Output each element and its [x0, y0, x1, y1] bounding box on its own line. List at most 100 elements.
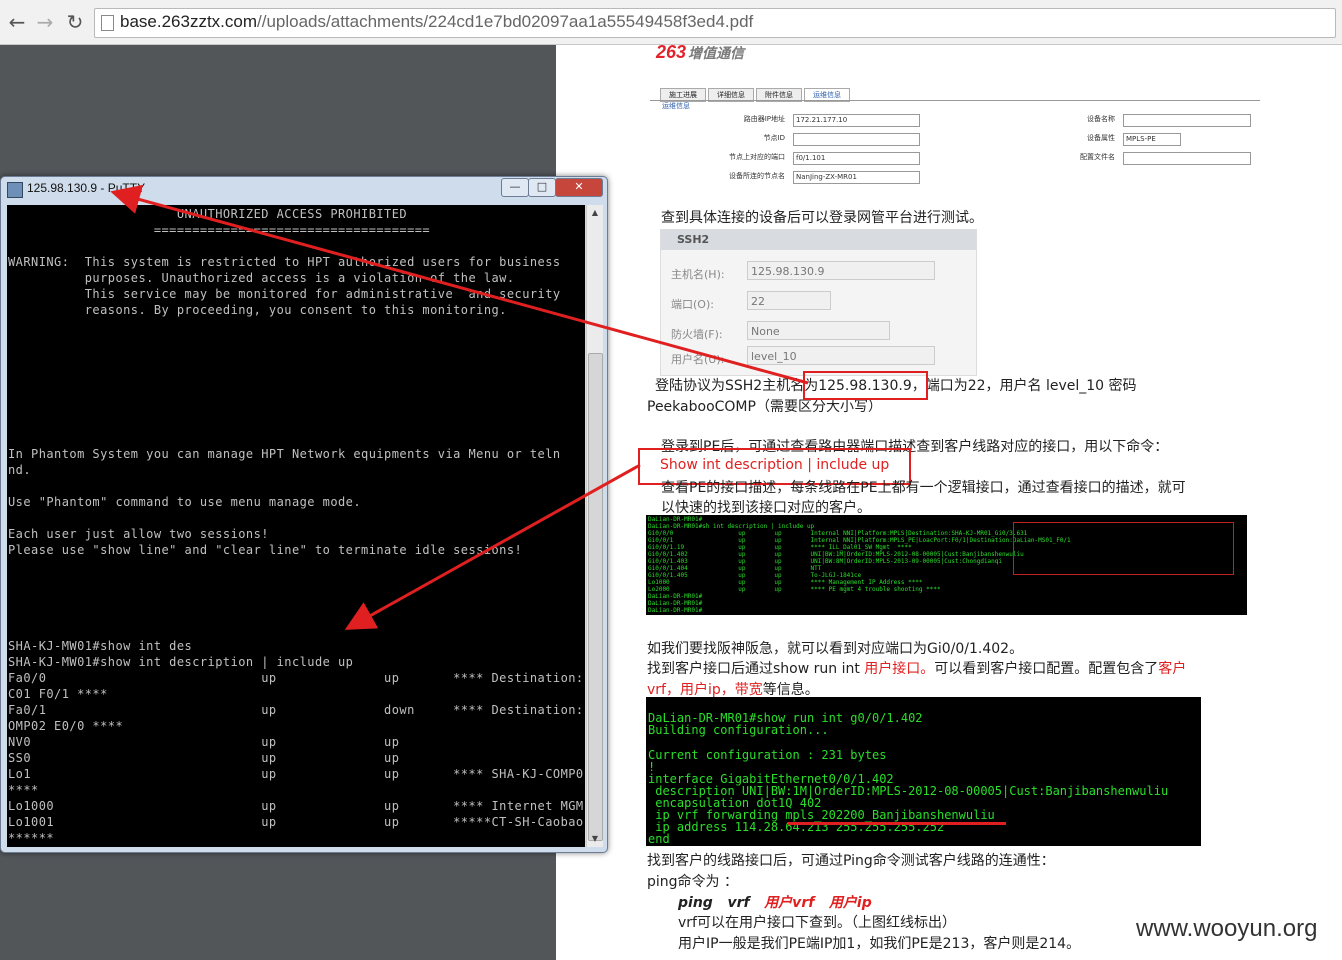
putty-window[interactable]: 125.98.130.9 - PuTTY — □ ✕ UNAUTHORIZED …: [0, 176, 608, 853]
terminal-line: SHA-KJ-MW01#show int description | inclu…: [8, 655, 354, 669]
form-value: [1123, 114, 1251, 127]
terminal-line: OMP02 E0/0 ****: [8, 719, 124, 733]
close-button[interactable]: ✕: [555, 178, 603, 197]
terminal-line: Fa0/0 up up **** Destination:: [8, 671, 584, 685]
form-value: f0/1.101: [793, 152, 920, 165]
scroll-up-icon[interactable]: ▲: [587, 205, 603, 221]
terminal-line: NV0 up up: [8, 735, 400, 749]
terminal-line: Lo1000 up up **** Management IP Address …: [648, 579, 923, 586]
company-logo: 263 增值通信: [656, 42, 745, 62]
terminal-line: Gi0/0/1.19 up up **** ILL_Dal01_SW Mgmt …: [648, 544, 912, 551]
url-host: base.263zztx.com: [120, 12, 258, 31]
putty-icon: [7, 182, 23, 198]
form-label: 设备名称: [1087, 115, 1115, 123]
terminal-line: nd.: [8, 463, 32, 477]
terminal-line: DaLian-DR-MR01#: [648, 600, 703, 607]
terminal-line: Gi0/0/1.404 up up NTT: [648, 565, 822, 572]
form-divider: [650, 100, 1260, 101]
form-value: 172.21.177.10: [793, 114, 920, 127]
doc-paragraph: 用户IP一般是我们PE端IP加1，如我们PE是213，客户则是214。: [678, 936, 1081, 952]
interface-description-screenshot: DaLian-DR-MR01# DaLian-DR-MR01#sh int de…: [646, 515, 1247, 615]
terminal-line: Gi0/0/1.403 up up UNI|BW:8M|OrderID:MPLS…: [648, 558, 1003, 565]
highlight-underline: [788, 822, 1006, 825]
form-value: [793, 133, 920, 146]
minimize-button[interactable]: —: [501, 178, 529, 197]
terminal-line: end: [648, 832, 670, 846]
maximize-button[interactable]: □: [528, 178, 556, 197]
terminal-line: ******: [8, 831, 55, 845]
terminal-line: Building configuration...: [648, 723, 829, 737]
terminal-line: SS0 up up: [8, 751, 400, 765]
forward-arrow-icon[interactable]: →: [32, 9, 58, 35]
port-field: 22: [747, 291, 831, 310]
interface-config-screenshot: DaLian-DR-MR01#show run int g0/0/1.402 B…: [646, 697, 1201, 846]
terminal-line: ====================================: [8, 223, 431, 237]
terminal-line: C01 F0/1 ****: [8, 687, 108, 701]
terminal-line: DaLian-DR-MR01#: [648, 607, 703, 614]
terminal-scrollbar[interactable]: ▲ ▼: [586, 205, 603, 847]
form-value: MPLS-PE: [1123, 133, 1181, 146]
terminal-line: purposes. Unauthorized access is a viola…: [8, 271, 515, 285]
form-label: 设备所连的节点名: [729, 172, 785, 180]
terminal-line: Each user just allow two sessions!: [8, 527, 269, 541]
terminal-line: DaLian-DR-MR01#: [648, 593, 703, 600]
terminal-line: Please use "show line" and "clear line" …: [8, 543, 523, 557]
doc-paragraph: 找到客户的线路接口后，可通过Ping命令测试客户线路的连通性：: [647, 853, 1055, 869]
terminal-line: reasons. By proceeding, you consent to t…: [8, 303, 507, 317]
form-tabs: 施工进展 详细信息 附件信息 运维信息: [660, 88, 852, 102]
port-label: 端口(O):: [671, 298, 714, 311]
ssh2-dialog: SSH2 主机名(H): 125.98.130.9 端口(O): 22 防火墙(…: [660, 229, 977, 376]
ping-syntax: ping vrf 用户vrf 用户ip: [678, 895, 872, 911]
doc-paragraph: 找到客户接口后通过show run int 用户接口。可以看到客户接口配置。配置…: [647, 661, 1187, 677]
firewall-select: None: [747, 321, 890, 340]
form-value: [1123, 152, 1251, 165]
scrollbar-thumb[interactable]: [588, 353, 603, 841]
terminal-line: ****: [8, 783, 39, 797]
user-field: level_10: [747, 346, 935, 365]
url-path: //uploads/attachments/224cd1e7bd02097aa1…: [257, 12, 754, 31]
scroll-down-icon[interactable]: ▼: [587, 831, 603, 847]
firewall-label: 防火墙(F):: [671, 328, 723, 341]
host-label: 主机名(H):: [671, 268, 725, 281]
terminal-line: Gi0/0/1.402 up up UNI|BW:1M|OrderID:MPLS…: [648, 551, 1024, 558]
watermark: www.wooyun.org: [1136, 915, 1318, 942]
terminal-line: Lo1001 up up *****CT-SH-Caobao: [8, 815, 584, 829]
doc-paragraph: 查看PE的接口描述，每条线路在PE上都有一个逻辑接口，通过查看接口的描述，就可: [661, 480, 1186, 496]
terminal-line: WARNING: This system is restricted to HP…: [8, 255, 561, 269]
terminal-line: In Phantom System you can manage HPT Net…: [8, 447, 561, 461]
terminal-line: UNAUTHORIZED ACCESS PROHIBITED: [8, 207, 408, 221]
terminal-line: Current configuration : 231 bytes: [648, 748, 887, 762]
doc-paragraph: ping命令为 ：: [647, 874, 738, 890]
putty-title: 125.98.130.9 - PuTTY: [27, 181, 146, 195]
form-label: 设备属性: [1087, 134, 1115, 142]
terminal-line: Use "Phantom" command to use menu manage…: [8, 495, 362, 509]
terminal-line: Gi0/0/0 up up Internal NNI|Platform:MPLS…: [648, 530, 1028, 537]
form-section-title: 运维信息: [662, 102, 690, 110]
page-icon: [101, 15, 114, 31]
user-label: 用户名(U):: [671, 353, 725, 366]
terminal-line: Gi0/0/1 up up Internal NNI|Platform:MPLS…: [648, 537, 1071, 544]
doc-paragraph: vrf，用户ip，带宽等信息。: [647, 682, 819, 698]
terminal-line: Lo1 up up **** SHA-KJ-COMP0: [8, 767, 584, 781]
highlight-box: [1013, 522, 1234, 575]
terminal-line: Fa0/1 up down **** Destination:: [8, 703, 584, 717]
terminal-line: DaLian-DR-MR01#: [648, 516, 703, 523]
doc-paragraph: vrf可以在用户接口下查到。（上图红线标出）: [678, 915, 956, 931]
terminal-line: SHA-KJ-MW01#show int des: [8, 639, 193, 653]
terminal-line: Gi0/0/1.405 up up To-JLGJ-1841ce: [648, 572, 862, 579]
terminal-line: Lo2000 up up **** PE mgmt 4 trouble shoo…: [648, 586, 941, 593]
terminal-screen[interactable]: UNAUTHORIZED ACCESS PROHIBITED =========…: [7, 205, 585, 847]
form-label: 节点ID: [763, 134, 785, 142]
doc-paragraph: 查到具体连接的设备后可以登录网管平台进行测试。: [661, 210, 983, 226]
doc-paragraph: 以快速的找到该接口对应的客户。: [661, 500, 871, 516]
back-arrow-icon[interactable]: ←: [4, 9, 30, 35]
host-field: 125.98.130.9: [747, 261, 935, 280]
highlight-box: [803, 371, 928, 400]
form-label: 配置文件名: [1080, 153, 1115, 161]
address-bar[interactable]: base.263zztx.com//uploads/attachments/22…: [94, 8, 1336, 38]
doc-paragraph: 如我们要找阪神阪急，就可以看到对应端口为Gi0/0/1.402。: [647, 641, 1024, 657]
form-label: 节点上对应的端口: [729, 153, 785, 161]
reload-icon[interactable]: ↻: [62, 9, 88, 35]
terminal-line: This service may be monitored for admini…: [8, 287, 561, 301]
form-label: 路由器IP地址: [743, 115, 785, 123]
